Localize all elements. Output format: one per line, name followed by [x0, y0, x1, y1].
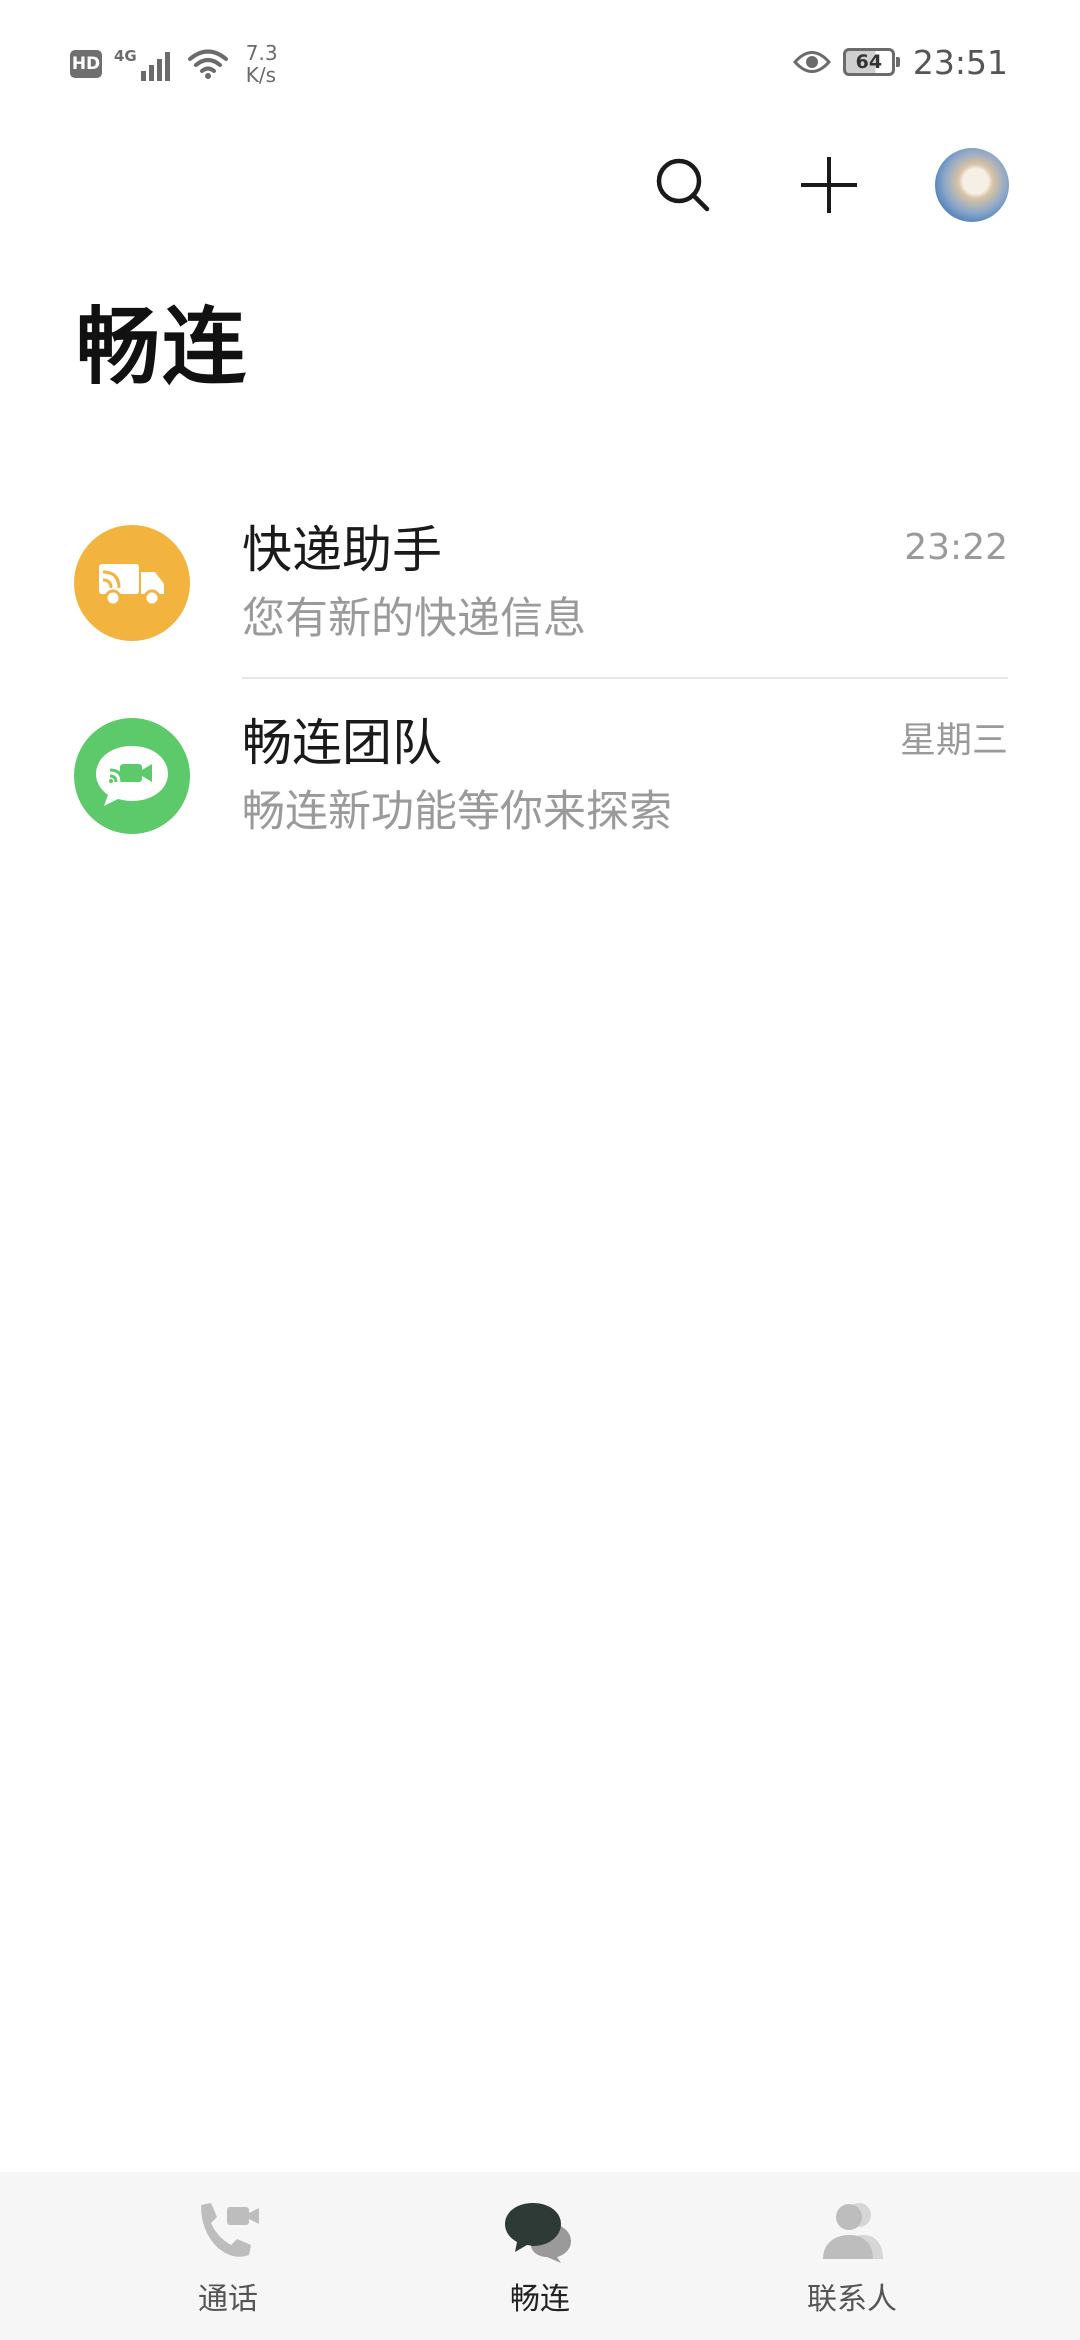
conversation-title: 快递助手 — [242, 521, 442, 579]
network-type-label: 4G — [114, 47, 137, 65]
nav-label-contacts: 联系人 — [807, 2282, 897, 2317]
bottom-nav: 通话 畅连 联系人 — [0, 2172, 1080, 2340]
list-divider — [242, 677, 1008, 679]
conversation-preview: 畅连新功能等你来探索 — [242, 787, 672, 837]
add-button[interactable] — [790, 146, 868, 224]
nav-tab-contacts[interactable]: 联系人 — [742, 2196, 962, 2326]
nav-tab-calls[interactable]: 通话 — [118, 2196, 338, 2326]
wifi-icon — [187, 49, 228, 79]
nav-label-calls: 通话 — [198, 2282, 258, 2317]
search-icon — [656, 158, 710, 212]
page-title: 畅连 — [76, 298, 249, 396]
net-speed-unit: K/s — [245, 63, 277, 87]
cell-signal-icon — [140, 52, 170, 81]
contacts-icon — [812, 2196, 892, 2266]
conversation-preview: 您有新的快递信息 — [242, 594, 586, 644]
video-chat-icon — [74, 718, 190, 834]
hd-badge: HD — [70, 50, 102, 78]
net-speed-value: 7.3 — [245, 41, 278, 65]
profile-avatar[interactable] — [935, 148, 1009, 222]
truck-icon — [74, 525, 190, 641]
plus-icon — [801, 157, 857, 213]
status-right: 64 23:51 — [792, 36, 1008, 88]
eye-icon — [792, 51, 831, 73]
status-left: HD 4G 7.3 K/s — [70, 36, 278, 92]
conversation-item-team[interactable]: 畅连团队 畅连新功能等你来探索 星期三 — [0, 680, 1080, 872]
conversation-title: 畅连团队 — [242, 714, 442, 772]
net-speed: 7.3 K/s — [246, 42, 278, 86]
battery-level: 64 — [855, 51, 883, 73]
signal-indicator: 4G — [114, 47, 176, 81]
battery-indicator: 64 — [842, 48, 900, 76]
phone-video-icon — [188, 2196, 268, 2266]
search-button[interactable] — [644, 146, 722, 224]
conversation-item-express-assistant[interactable]: 快递助手 您有新的快递信息 23:22 — [0, 487, 1080, 679]
conversation-time: 23:22 — [904, 527, 1008, 568]
status-time: 23:51 — [912, 42, 1008, 82]
nav-tab-messages[interactable]: 畅连 — [430, 2196, 650, 2326]
status-bar: HD 4G 7.3 K/s 64 23:51 — [0, 0, 1080, 126]
conversation-time: 星期三 — [899, 720, 1008, 761]
nav-label-messages: 畅连 — [510, 2282, 570, 2317]
chat-bubbles-icon — [500, 2196, 580, 2266]
